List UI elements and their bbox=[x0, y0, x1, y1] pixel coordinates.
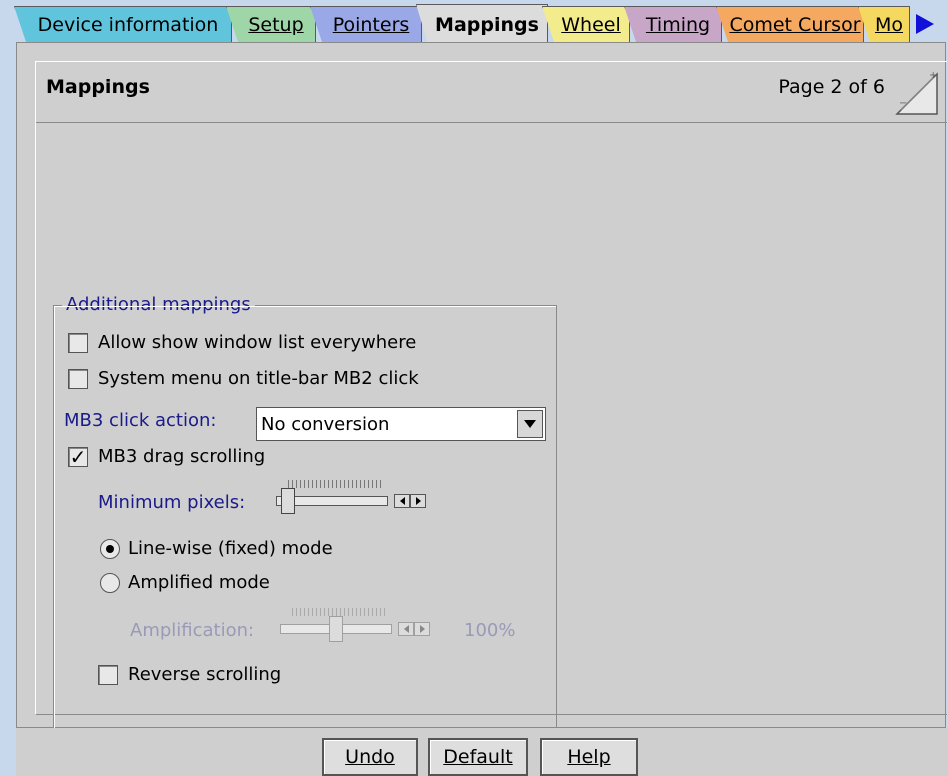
group-legend: Additional mappings bbox=[62, 294, 255, 315]
page-title: Mappings bbox=[46, 76, 150, 98]
chevron-down-icon[interactable] bbox=[517, 410, 543, 438]
undo-button[interactable]: Undo bbox=[322, 738, 418, 776]
amplification-value-row: 100% bbox=[464, 620, 515, 641]
svg-text:+: + bbox=[929, 70, 937, 81]
mb3-click-action-dropdown[interactable]: No conversion bbox=[256, 407, 546, 441]
reverse-scrolling-option[interactable]: Reverse scrolling bbox=[98, 664, 281, 685]
system-menu-label: System menu on title-bar MB2 click bbox=[98, 368, 419, 389]
right-arrow-icon[interactable] bbox=[410, 494, 426, 508]
amplification-row: Amplification: bbox=[130, 620, 254, 641]
tab-label: Comet Cursor bbox=[729, 13, 861, 36]
tab-pointers[interactable]: Pointers bbox=[310, 6, 422, 42]
right-arrow-icon[interactable] bbox=[910, 8, 940, 40]
line-wise-mode-label: Line-wise (fixed) mode bbox=[128, 538, 333, 559]
page-number: Page 2 of 6 bbox=[778, 76, 885, 98]
tab-setup[interactable]: Setup bbox=[226, 6, 316, 42]
mb3-drag-scrolling-label: MB3 drag scrolling bbox=[98, 446, 266, 467]
tab-wheel[interactable]: Wheel bbox=[542, 6, 630, 42]
amplification-slider[interactable] bbox=[280, 606, 440, 646]
amplified-mode-option[interactable]: Amplified mode bbox=[100, 572, 270, 593]
left-arrow-icon[interactable] bbox=[394, 494, 410, 508]
mb3-drag-scrolling-checkbox[interactable]: ✓ bbox=[68, 444, 88, 469]
tab-timing[interactable]: Timing bbox=[624, 6, 722, 42]
tab-label: Timing bbox=[645, 13, 711, 36]
default-button-label: Default bbox=[443, 746, 513, 768]
tab-device-information[interactable]: Device information bbox=[14, 6, 232, 42]
minimum-pixels-slider[interactable] bbox=[276, 478, 436, 518]
page-header: Mappings Page 2 of 6 + − bbox=[36, 62, 947, 123]
slider-ticks bbox=[292, 608, 388, 616]
mb3-click-action-label: MB3 click action: bbox=[64, 410, 217, 431]
notebook-tab-bar: Device information Setup Pointers Mappin… bbox=[14, 0, 948, 44]
tab-label: Pointers bbox=[332, 13, 410, 36]
left-arrow-icon[interactable] bbox=[398, 622, 414, 636]
help-button-label: Help bbox=[567, 746, 611, 768]
dialog-button-bar: Undo Default Help bbox=[16, 728, 948, 776]
minimum-pixels-label: Minimum pixels: bbox=[98, 492, 246, 513]
page-flip-icon[interactable]: + − bbox=[895, 66, 939, 116]
slider-arrows bbox=[398, 622, 430, 636]
tab-comet-cursor[interactable]: Comet Cursor bbox=[716, 6, 864, 42]
amplification-value: 100% bbox=[464, 620, 516, 641]
tab-mappings[interactable]: Mappings bbox=[416, 4, 548, 44]
mb3-click-action-value: No conversion bbox=[261, 413, 390, 435]
mb3-drag-scrolling-option[interactable]: ✓ MB3 drag scrolling bbox=[68, 446, 265, 467]
slider-ticks bbox=[288, 480, 384, 488]
slider-thumb[interactable] bbox=[329, 616, 343, 642]
line-wise-mode-radio[interactable] bbox=[100, 538, 120, 559]
right-arrow-icon[interactable] bbox=[414, 622, 430, 636]
tab-label: Wheel bbox=[561, 13, 621, 36]
line-wise-mode-option[interactable]: Line-wise (fixed) mode bbox=[100, 538, 333, 559]
allow-window-list-option[interactable]: Allow show window list everywhere bbox=[68, 332, 416, 353]
tab-label: Device information bbox=[37, 13, 219, 36]
tab-label: Mappings bbox=[435, 13, 539, 36]
amplified-mode-label: Amplified mode bbox=[128, 572, 270, 593]
reverse-scrolling-checkbox[interactable] bbox=[98, 664, 118, 685]
slider-arrows bbox=[394, 494, 426, 508]
undo-button-label: Undo bbox=[345, 746, 395, 768]
notebook-page: Mappings Page 2 of 6 + − Additional mapp… bbox=[16, 42, 947, 743]
reverse-scrolling-label: Reverse scrolling bbox=[128, 664, 282, 685]
allow-window-list-label: Allow show window list everywhere bbox=[98, 332, 417, 353]
tab-label: Mo bbox=[874, 13, 904, 36]
svg-text:−: − bbox=[899, 98, 907, 109]
system-menu-checkbox[interactable] bbox=[68, 368, 88, 389]
help-button[interactable]: Help bbox=[540, 738, 638, 776]
amplification-label: Amplification: bbox=[130, 620, 255, 641]
minimum-pixels-row: Minimum pixels: bbox=[98, 492, 245, 513]
allow-window-list-checkbox[interactable] bbox=[68, 332, 88, 353]
tab-label: Setup bbox=[248, 13, 304, 36]
additional-mappings-group: Additional mappings Allow show window li… bbox=[53, 294, 557, 743]
checkmark-icon: ✓ bbox=[69, 444, 87, 469]
mb3-click-action-row: MB3 click action: bbox=[64, 410, 216, 431]
default-button[interactable]: Default bbox=[428, 738, 528, 776]
system-menu-option[interactable]: System menu on title-bar MB2 click bbox=[68, 368, 419, 389]
amplified-mode-radio[interactable] bbox=[100, 572, 120, 593]
tab-more[interactable]: Mo bbox=[858, 6, 910, 42]
slider-thumb[interactable] bbox=[281, 488, 295, 514]
